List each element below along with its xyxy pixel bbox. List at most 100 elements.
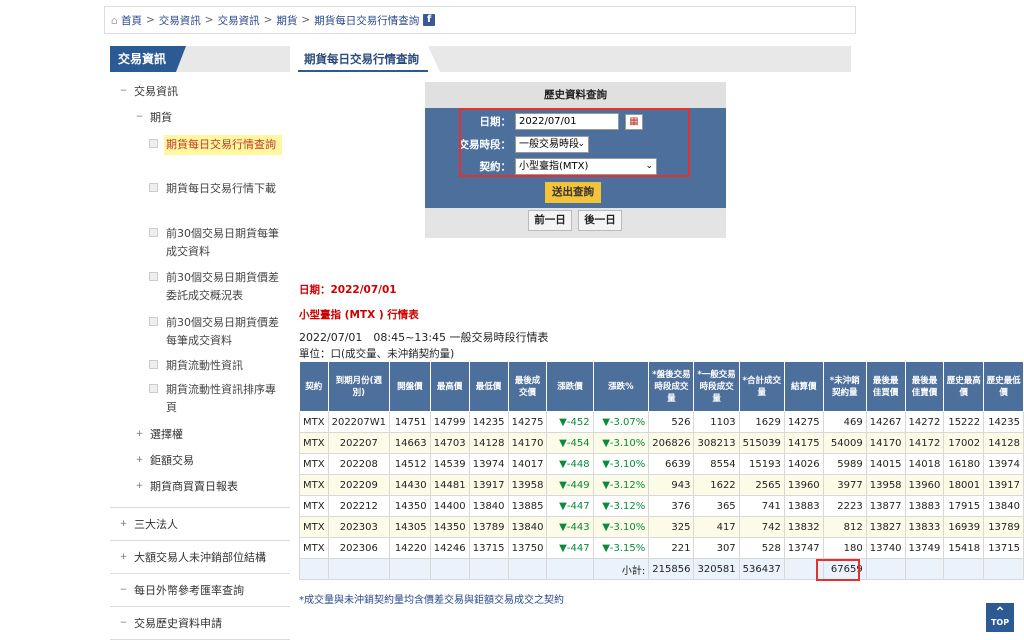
table-cell: 528 [738,537,785,559]
home-icon[interactable]: ⌂ [111,14,118,27]
sidebar-section-fx-rate[interactable]: − 每日外幣參考匯率查詢 [110,574,290,607]
back-to-top-button[interactable]: ⌃ TOP [986,603,1014,632]
subtotal-cell [546,558,594,580]
sidebar-item-liquidity[interactable]: . 期貨流動性資訊 [110,353,290,377]
table-cell: 202207W1 [327,411,391,433]
facebook-icon[interactable]: f [423,14,436,26]
leaf-icon[interactable]: − [119,619,128,628]
table-cell: 14751 [389,411,431,433]
col-header: *盤後交易時段成交量 [648,361,695,412]
table-cell: 515039 [738,432,785,454]
table-cell: ▼-3.15% [592,537,650,559]
sidebar-section-history-request[interactable]: − 交易歷史資料申請 [110,607,290,640]
expand-icon[interactable]: + [135,430,144,439]
sidebar-item-30day-trades[interactable]: . 前30個交易日期貨每筆成交資料 [110,221,290,265]
table-cell: 14170 [507,432,548,454]
leaf-icon[interactable]: − [119,586,128,595]
table-cell: 14305 [389,516,431,538]
table-cell: 14350 [389,495,431,517]
tree-group-broker-report[interactable]: + 期貨商買賣日報表 [110,475,290,501]
breadcrumb-home[interactable]: 首頁 [121,13,142,28]
table-cell: 2565 [738,474,785,496]
table-cell: 15222 [943,411,985,433]
table-cell: ▼-3.12% [592,495,650,517]
footnote: *成交量與未沖銷契約量均含價差交易與鉅額交易成交之契約 [299,595,564,606]
table-cell: ▼-454 [546,432,594,454]
tree-group-futures[interactable]: − 期貨 [110,106,290,132]
table-cell: 13749 [904,537,945,559]
table-cell: 13883 [783,495,824,517]
table-cell: 202208 [327,453,391,475]
table-cell: 14015 [865,453,906,475]
breadcrumb-current[interactable]: 期貨每日交易行情查詢 [314,13,419,28]
result-contract: 小型臺指 (MTX ) 行情表 [299,309,419,321]
table-cell: 13883 [904,495,945,517]
table-cell: 14172 [904,432,945,454]
expand-icon[interactable]: + [135,456,144,465]
subtotal-cell [943,558,985,580]
sidebar-item-daily-download[interactable]: . 期貨每日交易行情下載 [110,176,290,221]
breadcrumb-trading-info[interactable]: 交易資訊 [159,13,201,28]
table-cell: 14400 [429,495,470,517]
quotes-table: 契約 到期月份(週別) 開盤價 最高價 最低價 最後成交價 漲跌價 漲跌% *盤… [299,361,1024,580]
table-cell: 14170 [865,432,906,454]
col-header: 最後最佳賣價 [904,361,945,412]
prev-day-button[interactable]: 前一日 [528,210,572,231]
col-header: *未沖銷契約量 [822,361,867,412]
table-cell: 13827 [865,516,906,538]
col-header: 最低價 [468,361,509,412]
table-cell: 3977 [822,474,867,496]
breadcrumb-futures[interactable]: 期貨 [276,13,297,28]
table-cell: 13833 [904,516,945,538]
sidebar-item-liquidity-rank[interactable]: . 期貨流動性資訊排序專頁 [110,377,290,423]
table-cell: 13789 [983,516,1024,538]
sidebar-section-large-traders[interactable]: + 大額交易人未沖銷部位結構 [110,541,290,574]
table-cell: 13740 [865,537,906,559]
collapse-icon[interactable]: − [119,87,128,96]
submit-query-button[interactable]: 送出查詢 [545,182,601,203]
table-cell: 13960 [904,474,945,496]
table-cell: 16939 [943,516,985,538]
subtotal-cell: 215856 [648,558,695,580]
sidebar-item-30day-spread-orders[interactable]: . 前30個交易日期貨價差委託成交概況表 [110,265,290,310]
table-cell: 307 [693,537,740,559]
table-cell: 13974 [983,453,1024,475]
expand-icon[interactable]: + [119,553,128,562]
table-cell: 13832 [783,516,824,538]
tree-root[interactable]: − 交易資訊 [110,80,290,106]
table-cell: 15418 [943,537,985,559]
sidebar-item-daily-query[interactable]: . 期貨每日交易行情查詢 [110,132,290,176]
sidebar-item-30day-spread-trades[interactable]: . 前30個交易日期貨價差每筆成交資料 [110,310,290,353]
expand-icon[interactable]: + [135,482,144,491]
leaf-icon: . [149,183,158,192]
result-unit: 單位：口(成交量、未沖銷契約量) [299,348,455,360]
table-cell: ▼-443 [546,516,594,538]
tree-group-options[interactable]: + 選擇權 [110,423,290,449]
col-header: 歷史最高價 [943,361,985,412]
table-cell: ▼-447 [546,495,594,517]
table-cell: 14267 [865,411,906,433]
table-cell: 325 [648,516,695,538]
table-cell: 376 [648,495,695,517]
next-day-button[interactable]: 後一日 [578,210,622,231]
table-cell: 526 [648,411,695,433]
sidebar-tab: 交易資訊 [110,46,186,72]
table-cell: 741 [738,495,785,517]
table-cell: 202303 [327,516,391,538]
subtotal-cell [299,558,329,580]
table-row: MTX 202306 14220 14246 13715 13750 ▼-447 ▼-3.15… [299,537,1024,559]
table-cell: ▼-3.10% [592,453,650,475]
col-header: 最後最佳買價 [865,361,906,412]
tree-group-block-trade[interactable]: + 鉅額交易 [110,449,290,475]
breadcrumb-trading-info-2[interactable]: 交易資訊 [218,13,260,28]
table-cell: MTX [299,516,329,538]
expand-icon[interactable]: + [119,520,128,529]
table-cell: 13840 [983,495,1024,517]
collapse-icon[interactable]: − [135,113,144,122]
table-cell: 13747 [783,537,824,559]
leaf-icon: . [149,272,158,281]
col-header: 歷史最低價 [983,361,1024,412]
sidebar-section-institutional[interactable]: + 三大法人 [110,508,290,541]
table-cell: 13789 [468,516,509,538]
table-cell: 469 [822,411,867,433]
